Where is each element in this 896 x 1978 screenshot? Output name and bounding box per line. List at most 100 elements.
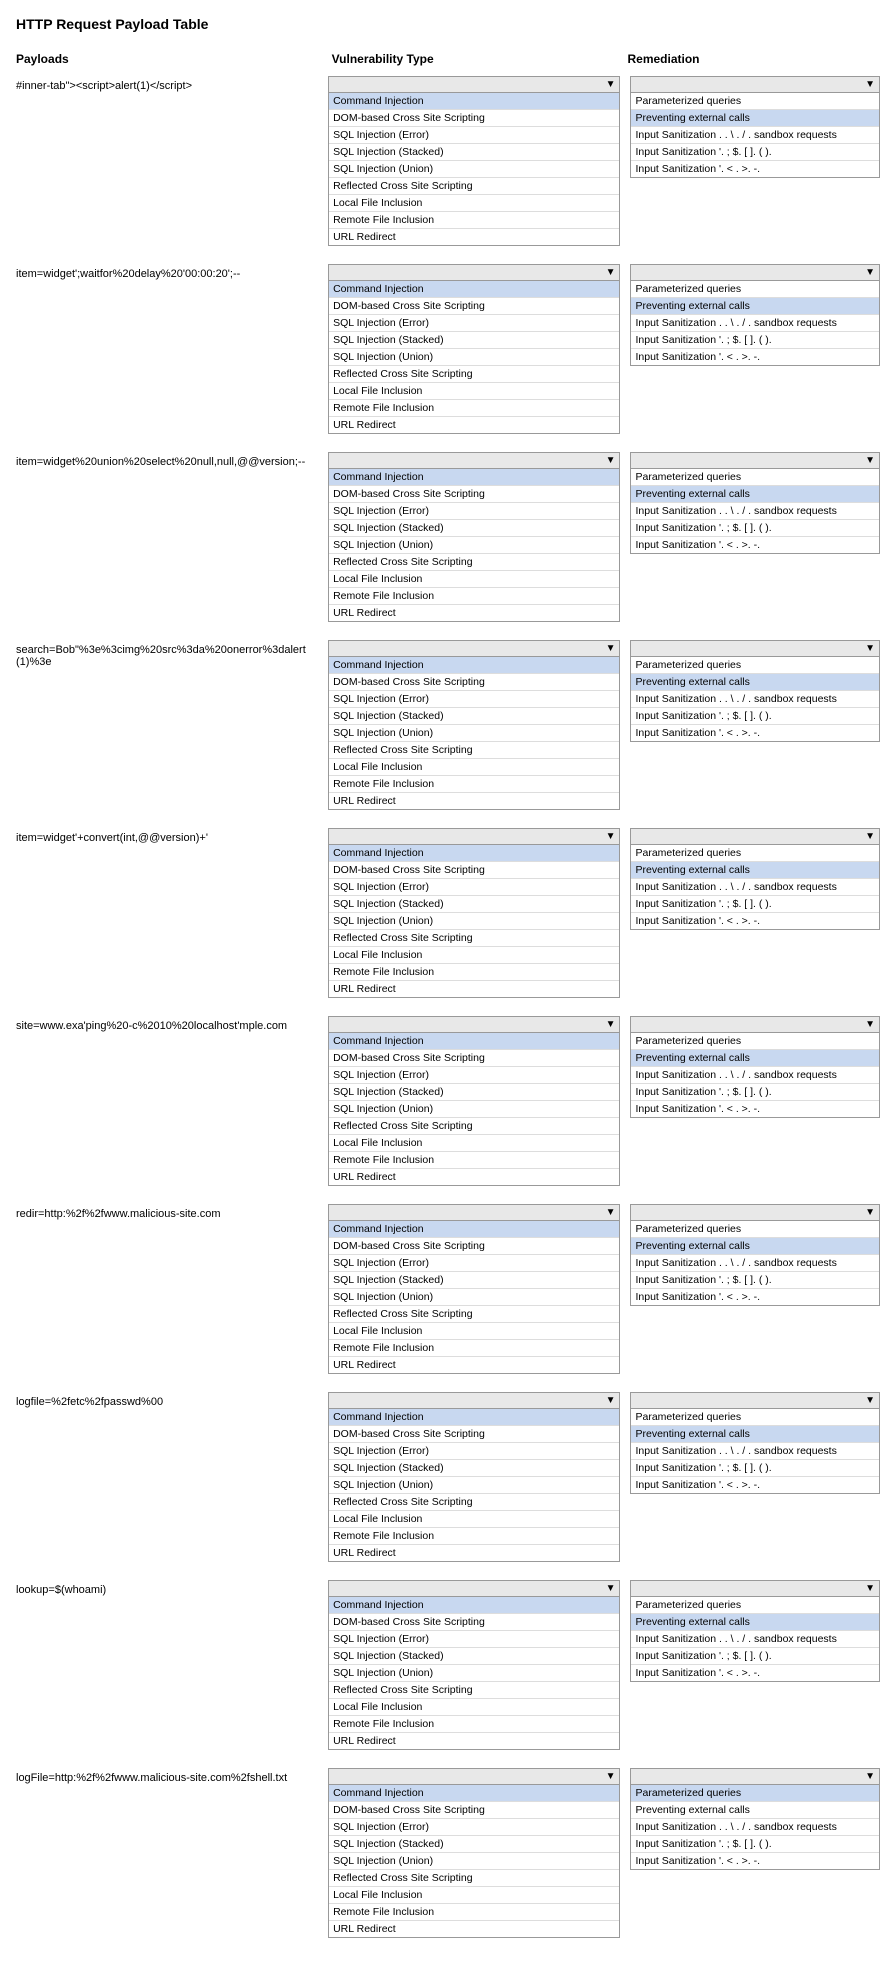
vulnerability-option[interactable]: Reflected Cross Site Scripting (329, 742, 619, 759)
vulnerability-option[interactable]: URL Redirect (329, 1921, 619, 1937)
vulnerability-option[interactable]: SQL Injection (Union) (329, 349, 619, 366)
remediation-option[interactable]: Parameterized queries (631, 657, 879, 674)
vulnerability-option[interactable]: Reflected Cross Site Scripting (329, 1118, 619, 1135)
vulnerability-option[interactable]: Remote File Inclusion (329, 1152, 619, 1169)
vulnerability-option[interactable]: Local File Inclusion (329, 195, 619, 212)
remediation-option[interactable]: Input Sanitization '. < . >. -. (631, 725, 879, 741)
remediation-dropdown[interactable]: ▼Parameterized queriesPreventing externa… (630, 76, 880, 178)
remediation-option[interactable]: Input Sanitization '. ; $. [ ]. ( ). (631, 520, 879, 537)
remediation-option[interactable]: Input Sanitization . . \ . / . sandbox r… (631, 1819, 879, 1836)
vulnerability-option[interactable]: DOM-based Cross Site Scripting (329, 486, 619, 503)
vulnerability-option[interactable]: SQL Injection (Stacked) (329, 708, 619, 725)
remediation-option[interactable]: Input Sanitization '. ; $. [ ]. ( ). (631, 896, 879, 913)
remediation-option[interactable]: Parameterized queries (631, 1597, 879, 1614)
remediation-dropdown[interactable]: ▼Parameterized queriesPreventing externa… (630, 264, 880, 366)
chevron-down-icon[interactable]: ▼ (865, 831, 875, 842)
remediation-option[interactable]: Input Sanitization '. ; $. [ ]. ( ). (631, 1648, 879, 1665)
remediation-option[interactable]: Preventing external calls (631, 1426, 879, 1443)
vulnerability-option[interactable]: Remote File Inclusion (329, 776, 619, 793)
remediation-option[interactable]: Preventing external calls (631, 1802, 879, 1819)
remediation-option[interactable]: Input Sanitization '. ; $. [ ]. ( ). (631, 332, 879, 349)
vulnerability-option[interactable]: Command Injection (329, 1033, 619, 1050)
vulnerability-option[interactable]: SQL Injection (Union) (329, 913, 619, 930)
vulnerability-dropdown[interactable]: ▼Command InjectionDOM-based Cross Site S… (328, 640, 620, 810)
vulnerability-option[interactable]: SQL Injection (Error) (329, 691, 619, 708)
remediation-dropdown[interactable]: ▼Parameterized queriesPreventing externa… (630, 1204, 880, 1306)
remediation-option[interactable]: Input Sanitization . . \ . / . sandbox r… (631, 315, 879, 332)
remediation-option[interactable]: Input Sanitization '. < . >. -. (631, 1665, 879, 1681)
vulnerability-option[interactable]: Remote File Inclusion (329, 1904, 619, 1921)
vulnerability-option[interactable]: URL Redirect (329, 1733, 619, 1749)
remediation-option[interactable]: Preventing external calls (631, 862, 879, 879)
vulnerability-option[interactable]: Reflected Cross Site Scripting (329, 554, 619, 571)
vulnerability-dropdown[interactable]: ▼Command InjectionDOM-based Cross Site S… (328, 1580, 620, 1750)
vulnerability-option[interactable]: SQL Injection (Error) (329, 503, 619, 520)
vulnerability-option[interactable]: URL Redirect (329, 1169, 619, 1185)
vulnerability-option[interactable]: Reflected Cross Site Scripting (329, 930, 619, 947)
remediation-option[interactable]: Input Sanitization '. ; $. [ ]. ( ). (631, 1272, 879, 1289)
vulnerability-option[interactable]: SQL Injection (Stacked) (329, 520, 619, 537)
remediation-option[interactable]: Input Sanitization '. < . >. -. (631, 349, 879, 365)
remediation-option[interactable]: Input Sanitization '. < . >. -. (631, 1101, 879, 1117)
vulnerability-option[interactable]: Remote File Inclusion (329, 400, 619, 417)
vulnerability-option[interactable]: Command Injection (329, 845, 619, 862)
vulnerability-option[interactable]: Reflected Cross Site Scripting (329, 1494, 619, 1511)
vulnerability-option[interactable]: Local File Inclusion (329, 1887, 619, 1904)
vulnerability-option[interactable]: SQL Injection (Union) (329, 537, 619, 554)
remediation-option[interactable]: Input Sanitization '. < . >. -. (631, 161, 879, 177)
vulnerability-option[interactable]: SQL Injection (Union) (329, 161, 619, 178)
vulnerability-option[interactable]: SQL Injection (Stacked) (329, 1460, 619, 1477)
chevron-down-icon[interactable]: ▼ (865, 1207, 875, 1218)
chevron-down-icon[interactable]: ▼ (606, 831, 616, 842)
vulnerability-option[interactable]: Reflected Cross Site Scripting (329, 1870, 619, 1887)
vulnerability-option[interactable]: URL Redirect (329, 1357, 619, 1373)
vulnerability-option[interactable]: SQL Injection (Stacked) (329, 1084, 619, 1101)
vulnerability-option[interactable]: URL Redirect (329, 1545, 619, 1561)
remediation-option[interactable]: Parameterized queries (631, 1409, 879, 1426)
remediation-dropdown[interactable]: ▼ Parameterized queriesPreventing externa… (630, 1392, 880, 1494)
vulnerability-dropdown[interactable]: ▼Command InjectionDOM-based Cross Site S… (328, 452, 620, 622)
vulnerability-option[interactable]: DOM-based Cross Site Scripting (329, 1426, 619, 1443)
remediation-option[interactable]: Preventing external calls (631, 298, 879, 315)
vulnerability-dropdown[interactable]: ▼Command InjectionDOM-based Cross Site S… (328, 1768, 620, 1938)
remediation-option[interactable]: Input Sanitization . . \ . / . sandbox r… (631, 1443, 879, 1460)
vulnerability-option[interactable]: SQL Injection (Stacked) (329, 1272, 619, 1289)
remediation-option[interactable]: Parameterized queries (631, 1221, 879, 1238)
vulnerability-option[interactable]: URL Redirect (329, 605, 619, 621)
chevron-down-icon[interactable]: ▼ (606, 1771, 616, 1782)
remediation-dropdown[interactable]: ▼Parameterized queriesPreventing externa… (630, 452, 880, 554)
remediation-option[interactable]: Input Sanitization '. ; $. [ ]. ( ). (631, 1836, 879, 1853)
vulnerability-option[interactable]: URL Redirect (329, 229, 619, 245)
vulnerability-dropdown[interactable]: ▼Command InjectionDOM-based Cross Site S… (328, 1016, 620, 1186)
vulnerability-option[interactable]: Remote File Inclusion (329, 964, 619, 981)
remediation-dropdown[interactable]: ▼ Parameterized queriesPreventing externa… (630, 1768, 880, 1870)
remediation-option[interactable]: Input Sanitization '. ; $. [ ]. ( ). (631, 1460, 879, 1477)
remediation-option[interactable]: Preventing external calls (631, 1614, 879, 1631)
vulnerability-dropdown[interactable]: ▼Command InjectionDOM-based Cross Site S… (328, 76, 620, 246)
chevron-down-icon[interactable]: ▼ (606, 643, 616, 654)
remediation-option[interactable]: Parameterized queries (631, 1785, 879, 1802)
remediation-option[interactable]: Preventing external calls (631, 486, 879, 503)
chevron-down-icon[interactable]: ▼ (865, 1771, 875, 1782)
vulnerability-option[interactable]: URL Redirect (329, 981, 619, 997)
vulnerability-option[interactable]: Local File Inclusion (329, 947, 619, 964)
remediation-dropdown[interactable]: ▼Parameterized queriesPreventing externa… (630, 828, 880, 930)
remediation-option[interactable]: Input Sanitization . . \ . / . sandbox r… (631, 503, 879, 520)
vulnerability-option[interactable]: Local File Inclusion (329, 1511, 619, 1528)
vulnerability-option[interactable]: Local File Inclusion (329, 759, 619, 776)
vulnerability-dropdown[interactable]: ▼Command InjectionDOM-based Cross Site S… (328, 828, 620, 998)
vulnerability-option[interactable]: SQL Injection (Stacked) (329, 1836, 619, 1853)
vulnerability-option[interactable]: DOM-based Cross Site Scripting (329, 298, 619, 315)
remediation-option[interactable]: Input Sanitization . . \ . / . sandbox r… (631, 1067, 879, 1084)
vulnerability-option[interactable]: SQL Injection (Union) (329, 1665, 619, 1682)
remediation-option[interactable]: Input Sanitization '. < . >. -. (631, 1289, 879, 1305)
vulnerability-option[interactable]: SQL Injection (Union) (329, 725, 619, 742)
remediation-option[interactable]: Preventing external calls (631, 110, 879, 127)
vulnerability-dropdown[interactable]: ▼Command InjectionDOM-based Cross Site S… (328, 264, 620, 434)
remediation-dropdown[interactable]: ▼Parameterized queriesPreventing externa… (630, 640, 880, 742)
remediation-option[interactable]: Input Sanitization '. < . >. -. (631, 537, 879, 553)
remediation-option[interactable]: Input Sanitization '. < . >. -. (631, 1853, 879, 1869)
chevron-down-icon[interactable]: ▼ (865, 1395, 875, 1406)
remediation-option[interactable]: Parameterized queries (631, 281, 879, 298)
chevron-down-icon[interactable]: ▼ (606, 79, 616, 90)
